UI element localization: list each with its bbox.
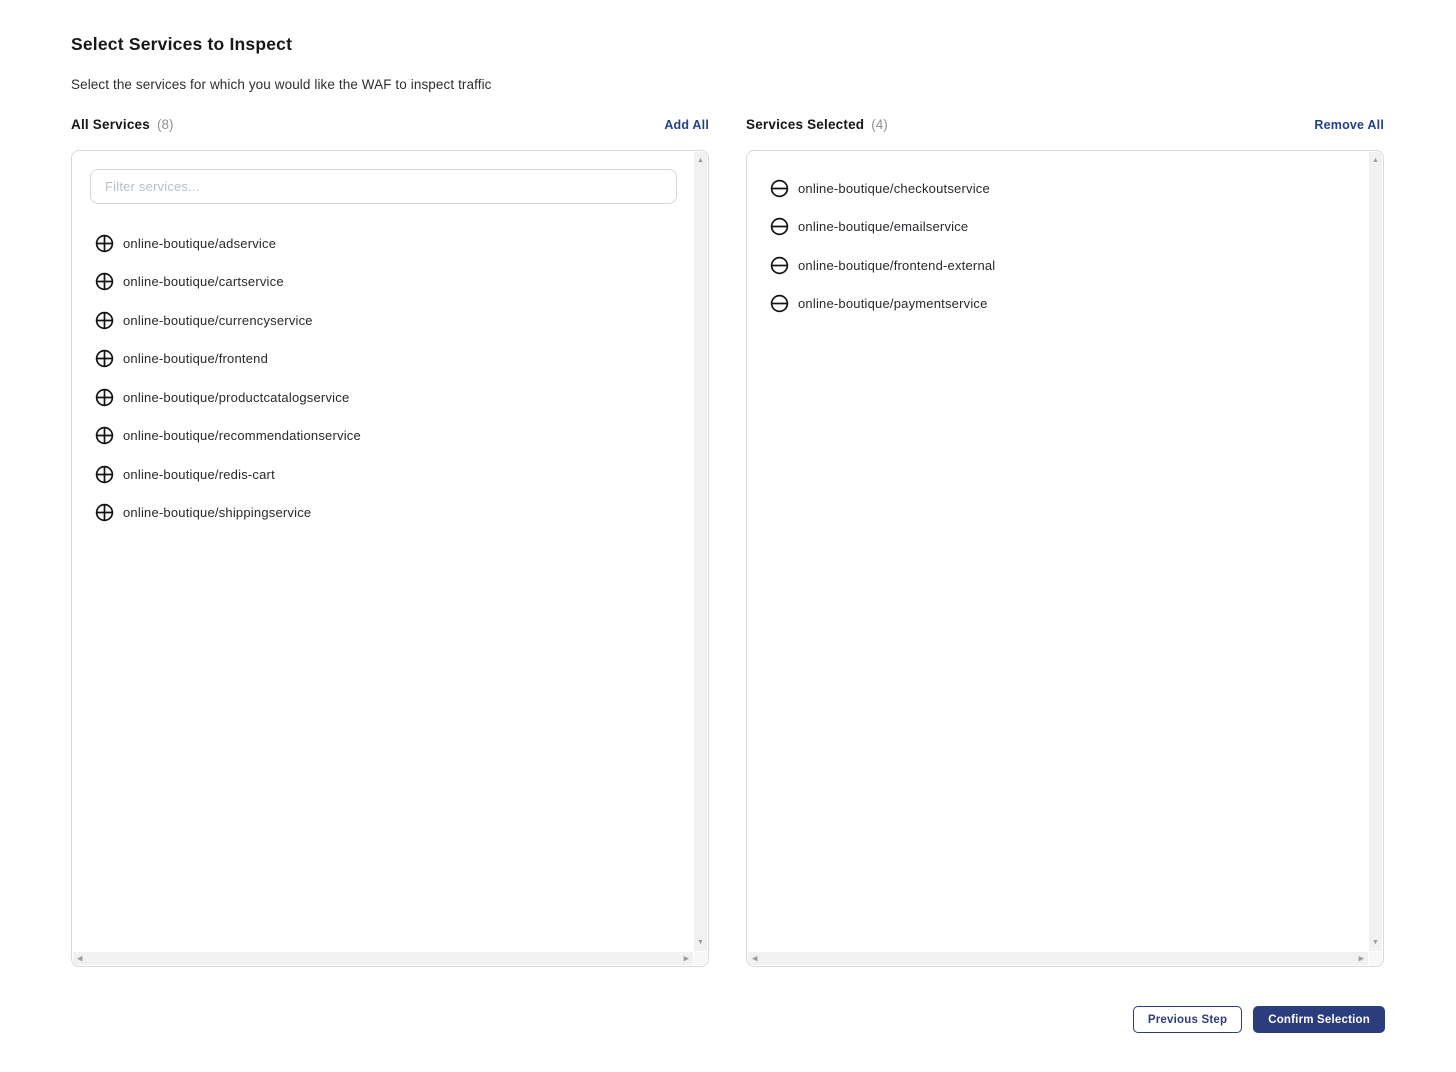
transfer-list: All Services (8) Add All xyxy=(71,117,1385,967)
scrollbar-corner xyxy=(1369,952,1382,965)
page: Select Services to Inspect Select the se… xyxy=(0,0,1456,1033)
selected-services-header: Services Selected (4) Remove All xyxy=(746,117,1384,137)
add-service-icon[interactable] xyxy=(95,503,114,522)
service-name: online-boutique/checkoutservice xyxy=(798,181,990,196)
scroll-down-icon[interactable]: ▼ xyxy=(1372,939,1379,946)
add-all-link[interactable]: Add All xyxy=(664,118,709,132)
service-row[interactable]: online-boutique/emailservice xyxy=(747,208,1369,247)
service-name: online-boutique/adservice xyxy=(123,236,276,251)
add-service-icon[interactable] xyxy=(95,272,114,291)
remove-all-link[interactable]: Remove All xyxy=(1314,118,1384,132)
scroll-down-icon[interactable]: ▼ xyxy=(697,939,704,946)
service-row[interactable]: online-boutique/redis-cart xyxy=(72,455,694,494)
add-service-icon[interactable] xyxy=(95,234,114,253)
add-service-icon[interactable] xyxy=(95,311,114,330)
all-services-panel: online-boutique/adservice o xyxy=(71,150,709,967)
remove-service-icon[interactable] xyxy=(770,179,789,198)
all-services-list: online-boutique/adservice o xyxy=(72,224,694,532)
all-services-panel-content: online-boutique/adservice o xyxy=(72,151,694,952)
selected-services-panel: online-boutique/checkoutservice xyxy=(746,150,1384,967)
scroll-right-icon[interactable]: ▶ xyxy=(1359,955,1364,962)
selected-services-label: Services Selected xyxy=(746,117,864,132)
service-name: online-boutique/cartservice xyxy=(123,274,284,289)
add-service-icon[interactable] xyxy=(95,426,114,445)
scroll-right-icon[interactable]: ▶ xyxy=(684,955,689,962)
service-name: online-boutique/redis-cart xyxy=(123,467,275,482)
service-name: online-boutique/frontend xyxy=(123,351,268,366)
scrollbar-corner xyxy=(694,952,707,965)
all-services-header: All Services (8) Add All xyxy=(71,117,709,137)
horizontal-scrollbar[interactable]: ◀ ▶ xyxy=(748,952,1368,965)
service-name: online-boutique/currencyservice xyxy=(123,313,313,328)
service-row[interactable]: online-boutique/frontend-external xyxy=(747,246,1369,285)
all-services-count: (8) xyxy=(157,117,174,132)
service-row[interactable]: online-boutique/paymentservice xyxy=(747,285,1369,324)
service-name: online-boutique/shippingservice xyxy=(123,505,311,520)
all-services-column: All Services (8) Add All xyxy=(71,117,709,967)
service-name: online-boutique/recommendationservice xyxy=(123,428,361,443)
service-row[interactable]: online-boutique/currencyservice xyxy=(72,301,694,340)
service-row[interactable]: online-boutique/shippingservice xyxy=(72,494,694,533)
remove-service-icon[interactable] xyxy=(770,217,789,236)
previous-step-button[interactable]: Previous Step xyxy=(1133,1006,1242,1033)
vertical-scrollbar[interactable]: ▲ ▼ xyxy=(694,152,707,951)
page-subtitle: Select the services for which you would … xyxy=(71,77,1385,92)
selected-services-list: online-boutique/checkoutservice xyxy=(747,169,1369,323)
scroll-up-icon[interactable]: ▲ xyxy=(1372,157,1379,164)
selected-services-panel-content: online-boutique/checkoutservice xyxy=(747,151,1369,952)
add-service-icon[interactable] xyxy=(95,388,114,407)
page-title: Select Services to Inspect xyxy=(71,34,1385,55)
scroll-left-icon[interactable]: ◀ xyxy=(77,955,82,962)
service-name: online-boutique/paymentservice xyxy=(798,296,988,311)
scroll-up-icon[interactable]: ▲ xyxy=(697,157,704,164)
selected-services-column: Services Selected (4) Remove All xyxy=(746,117,1384,967)
service-name: online-boutique/frontend-external xyxy=(798,258,995,273)
scroll-left-icon[interactable]: ◀ xyxy=(752,955,757,962)
service-row[interactable]: online-boutique/cartservice xyxy=(72,263,694,302)
add-service-icon[interactable] xyxy=(95,465,114,484)
confirm-selection-button[interactable]: Confirm Selection xyxy=(1253,1006,1385,1033)
horizontal-scrollbar[interactable]: ◀ ▶ xyxy=(73,952,693,965)
selected-services-count: (4) xyxy=(871,117,888,132)
footer-actions: Previous Step Confirm Selection xyxy=(71,1006,1385,1033)
remove-service-icon[interactable] xyxy=(770,294,789,313)
service-row[interactable]: online-boutique/checkoutservice xyxy=(747,169,1369,208)
remove-service-icon[interactable] xyxy=(770,256,789,275)
service-row[interactable]: online-boutique/recommendationservice xyxy=(72,417,694,456)
all-services-label: All Services xyxy=(71,117,150,132)
filter-services-input[interactable] xyxy=(90,169,677,204)
service-name: online-boutique/productcatalogservice xyxy=(123,390,349,405)
service-name: online-boutique/emailservice xyxy=(798,219,968,234)
service-row[interactable]: online-boutique/productcatalogservice xyxy=(72,378,694,417)
add-service-icon[interactable] xyxy=(95,349,114,368)
service-row[interactable]: online-boutique/adservice xyxy=(72,224,694,263)
vertical-scrollbar[interactable]: ▲ ▼ xyxy=(1369,152,1382,951)
service-row[interactable]: online-boutique/frontend xyxy=(72,340,694,379)
